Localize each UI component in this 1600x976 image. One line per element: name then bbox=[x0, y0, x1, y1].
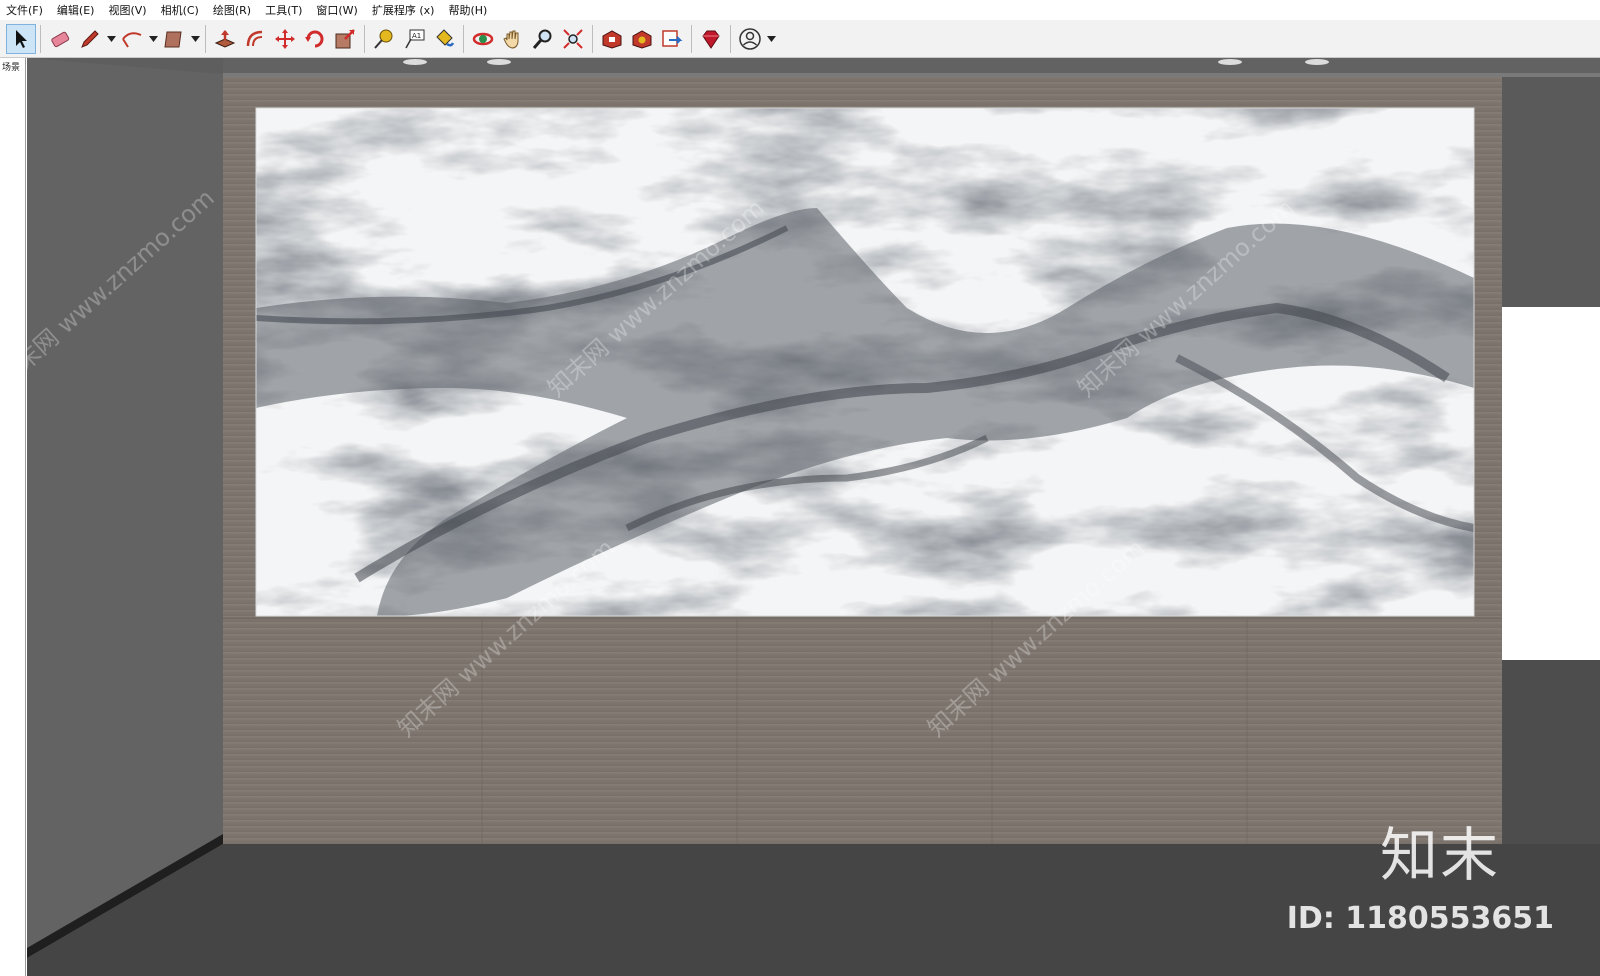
line-tool-dropdown[interactable] bbox=[105, 24, 117, 54]
menu-edit[interactable]: 编辑(E) bbox=[57, 2, 95, 18]
tape-measure-icon bbox=[374, 29, 393, 49]
arc-icon bbox=[122, 32, 142, 48]
text-tool-button[interactable]: A1 bbox=[399, 24, 429, 54]
menu-help[interactable]: 帮助(H) bbox=[448, 2, 487, 18]
paint-bucket-tool-button[interactable] bbox=[429, 24, 459, 54]
watermark-logo: 知末 bbox=[1379, 821, 1500, 889]
right-wall-opening bbox=[1502, 307, 1600, 660]
extension-warehouse-icon bbox=[632, 30, 652, 49]
shape-tool-button[interactable] bbox=[159, 24, 189, 54]
ceiling-downlight bbox=[403, 59, 427, 65]
menu-draw[interactable]: 绘图(R) bbox=[213, 2, 251, 18]
toolbar-separator bbox=[730, 25, 731, 53]
menu-bar: 文件(F) 编辑(E) 视图(V) 相机(C) 绘图(R) 工具(T) 窗口(W… bbox=[0, 0, 1600, 20]
push-pull-tool-button[interactable] bbox=[210, 24, 240, 54]
select-tool-button[interactable] bbox=[6, 24, 36, 54]
scene-render: 知末网 www.znzmo.com 知末网 www.znzmo.com 知末网 … bbox=[27, 58, 1600, 976]
warehouse-icon bbox=[602, 30, 622, 49]
rectangle-shape-icon bbox=[164, 31, 182, 48]
account-button[interactable] bbox=[735, 24, 765, 54]
toolbar-separator bbox=[463, 25, 464, 53]
right-wall-lower bbox=[1502, 660, 1600, 844]
arc-tool-dropdown[interactable] bbox=[147, 24, 159, 54]
rotate-icon bbox=[305, 30, 324, 48]
send-to-layout-button[interactable] bbox=[657, 24, 687, 54]
marble-slab-panel bbox=[255, 107, 1475, 617]
scene-tab[interactable]: 场景 bbox=[2, 60, 20, 73]
scale-tool-button[interactable] bbox=[330, 24, 360, 54]
zoom-icon bbox=[532, 29, 552, 49]
zoom-extents-icon bbox=[563, 29, 583, 49]
move-tool-button[interactable] bbox=[270, 24, 300, 54]
orbit-icon bbox=[472, 32, 494, 46]
pan-tool-button[interactable] bbox=[498, 24, 528, 54]
ceiling-downlight bbox=[1218, 59, 1242, 65]
extension-warehouse-button[interactable] bbox=[627, 24, 657, 54]
tape-measure-tool-button[interactable] bbox=[369, 24, 399, 54]
watermark-id: ID: 1180553651 bbox=[1286, 901, 1554, 936]
pencil-line-icon bbox=[81, 30, 99, 48]
menu-tools[interactable]: 工具(T) bbox=[265, 2, 302, 18]
move-icon bbox=[275, 29, 295, 49]
eraser-tool-button[interactable] bbox=[45, 24, 75, 54]
select-arrow-icon bbox=[16, 30, 27, 48]
paint-bucket-icon bbox=[436, 29, 455, 47]
offset-icon bbox=[246, 30, 263, 47]
rotate-tool-button[interactable] bbox=[300, 24, 330, 54]
svg-text:A1: A1 bbox=[412, 32, 421, 40]
menu-window[interactable]: 窗口(W) bbox=[316, 2, 357, 18]
main-toolbar: A1 bbox=[0, 20, 1600, 58]
toolbar-separator bbox=[205, 25, 206, 53]
toolbar-separator bbox=[691, 25, 692, 53]
text-label-icon: A1 bbox=[405, 29, 425, 49]
zoom-tool-button[interactable] bbox=[528, 24, 558, 54]
push-pull-icon bbox=[214, 30, 236, 48]
toolbar-separator bbox=[40, 25, 41, 53]
layout-send-icon bbox=[662, 30, 683, 47]
ruby-console-button[interactable] bbox=[696, 24, 726, 54]
pan-hand-icon bbox=[503, 30, 519, 49]
menu-file[interactable]: 文件(F) bbox=[6, 2, 43, 18]
ruby-console-icon bbox=[702, 30, 720, 49]
account-user-icon bbox=[739, 28, 761, 50]
modeling-viewport[interactable]: 知末网 www.znzmo.com 知末网 www.znzmo.com 知末网 … bbox=[27, 58, 1600, 976]
toolbar-separator bbox=[364, 25, 365, 53]
orbit-tool-button[interactable] bbox=[468, 24, 498, 54]
chevron-down-icon bbox=[766, 36, 776, 42]
menu-view[interactable]: 视图(V) bbox=[108, 2, 146, 18]
chevron-down-icon bbox=[106, 36, 116, 42]
scale-icon bbox=[335, 29, 355, 49]
offset-tool-button[interactable] bbox=[240, 24, 270, 54]
scene-tab-strip: 场景 bbox=[0, 58, 26, 976]
chevron-down-icon bbox=[148, 36, 158, 42]
toolbar-separator bbox=[592, 25, 593, 53]
shape-tool-dropdown[interactable] bbox=[189, 24, 201, 54]
3d-warehouse-button[interactable] bbox=[597, 24, 627, 54]
ceiling-strip bbox=[223, 58, 1600, 74]
ceiling-downlight bbox=[487, 59, 511, 65]
line-tool-button[interactable] bbox=[75, 24, 105, 54]
zoom-extents-tool-button[interactable] bbox=[558, 24, 588, 54]
menu-extensions[interactable]: 扩展程序 (x) bbox=[372, 2, 435, 18]
account-dropdown[interactable] bbox=[765, 24, 777, 54]
chevron-down-icon bbox=[190, 36, 200, 42]
right-wall-upper bbox=[1502, 77, 1600, 307]
arc-tool-button[interactable] bbox=[117, 24, 147, 54]
menu-camera[interactable]: 相机(C) bbox=[161, 2, 199, 18]
eraser-icon bbox=[51, 31, 70, 48]
ceiling-edge bbox=[223, 73, 1600, 77]
ceiling-downlight bbox=[1305, 59, 1329, 65]
